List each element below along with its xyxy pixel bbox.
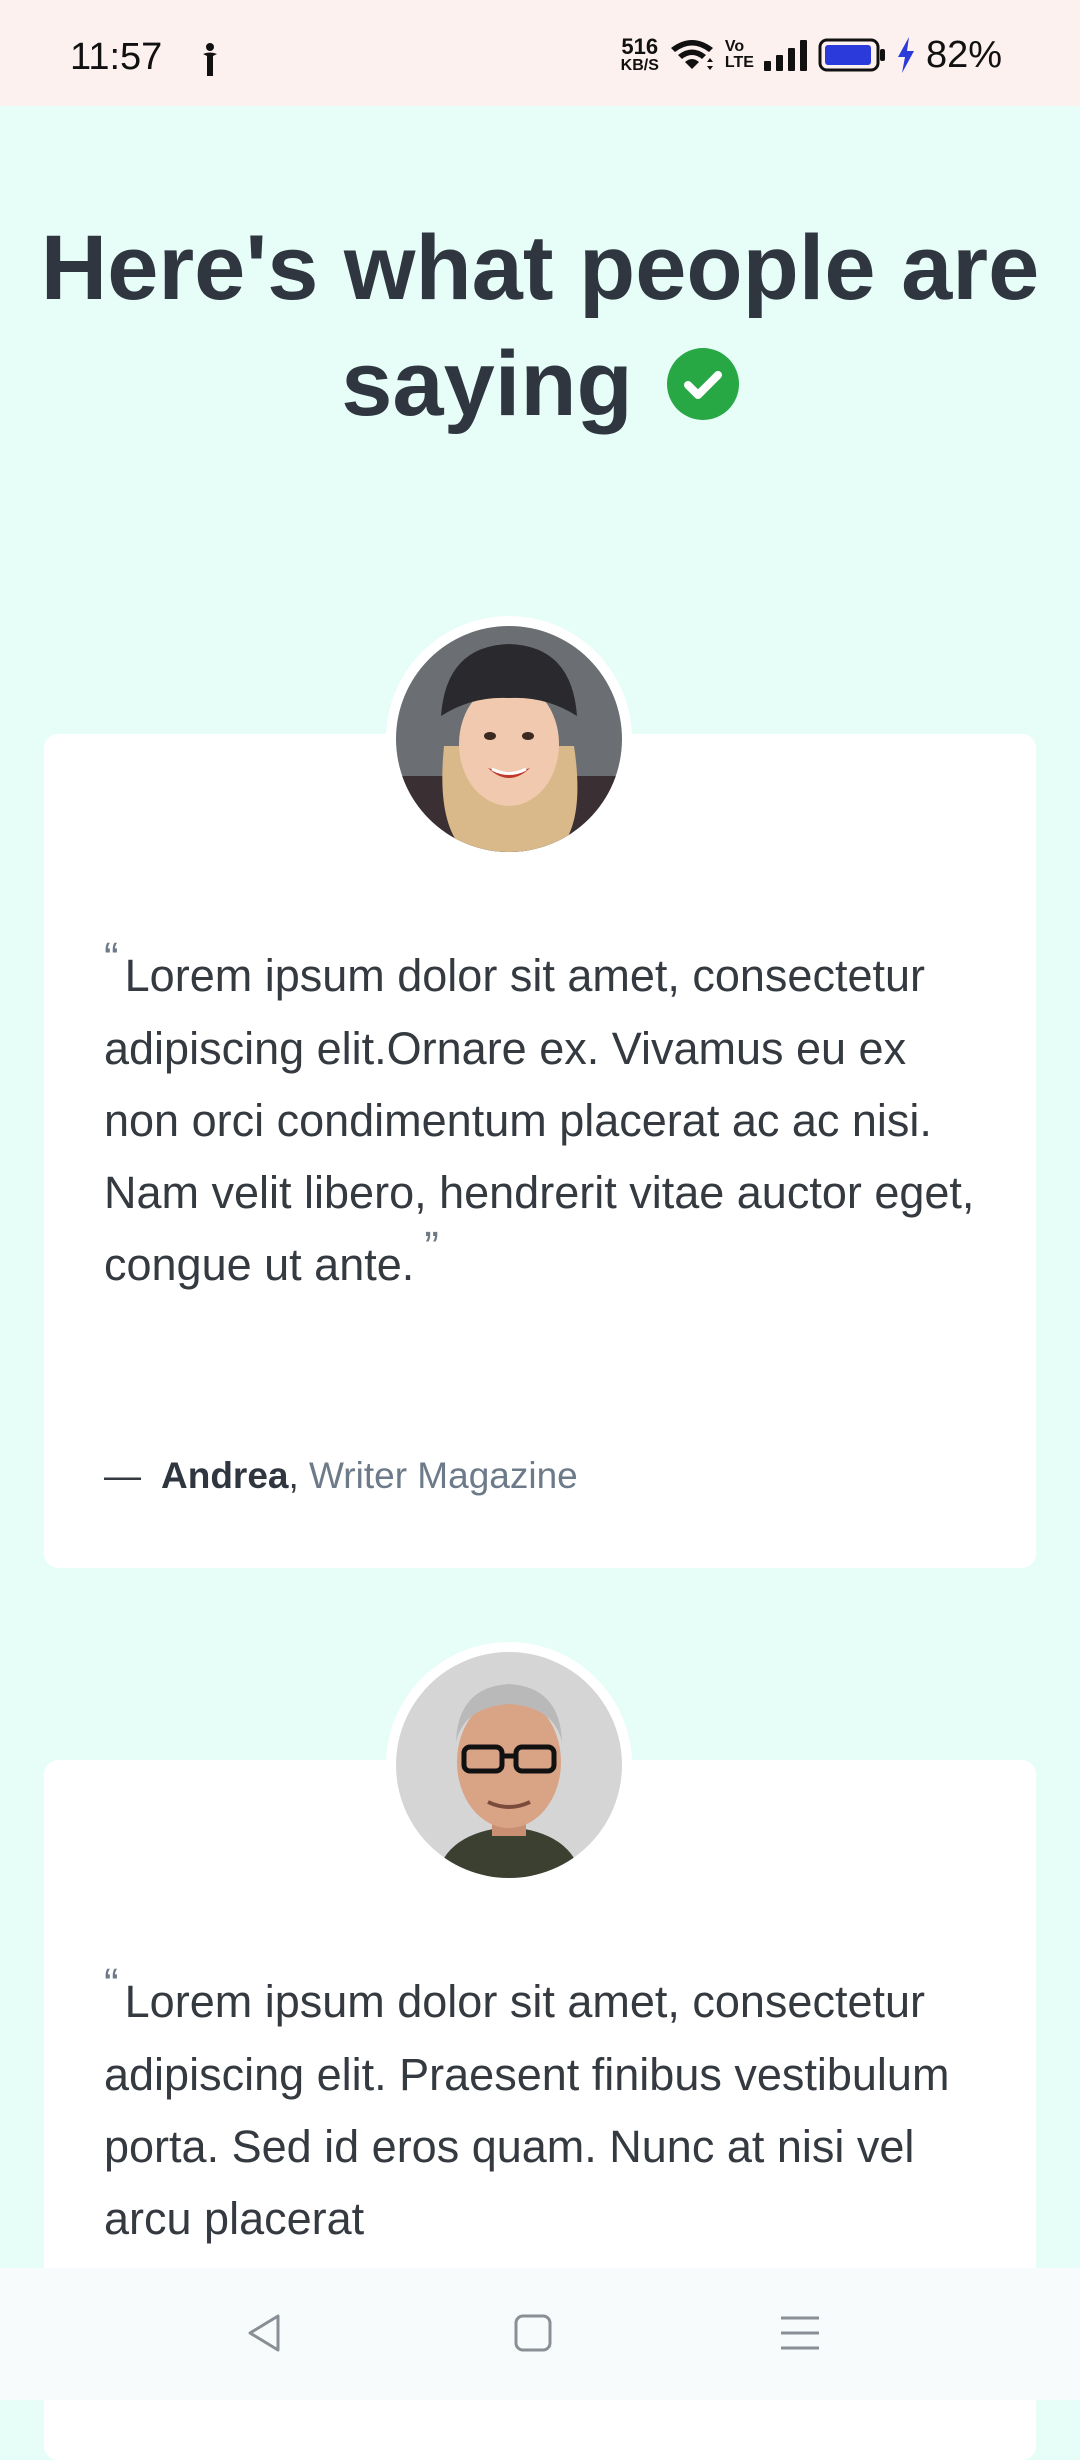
- avatar: [386, 616, 632, 862]
- volte-indicator: Vo LTE: [725, 39, 754, 71]
- wifi-icon: [670, 40, 713, 70]
- network-speed-unit: KB/S: [620, 57, 659, 74]
- testimonial-quote: “Lorem ipsum dolor sit amet, consectetur…: [104, 1960, 984, 2255]
- check-circle-icon: [666, 348, 739, 420]
- status-icons: 516 KB/S Vo LTE 82%: [621, 30, 1002, 80]
- testimonial-text: Lorem ipsum dolor sit amet, consectetur …: [104, 950, 975, 1290]
- signal-icon: [763, 40, 807, 71]
- page-title-line2-wrap: saying: [341, 326, 739, 442]
- avatar-photo-woman: [396, 626, 622, 852]
- notification-icon: [203, 43, 217, 76]
- testimonial-attribution: — Andrea, Writer Magazine: [104, 1448, 578, 1504]
- system-nav-bar: [0, 2268, 1080, 2400]
- testimonial-text: Lorem ipsum dolor sit amet, consectetur …: [104, 1976, 950, 2244]
- status-bar: 11:57 516 KB/S Vo LTE 82%: [0, 0, 1080, 106]
- status-time: 11:57: [70, 36, 163, 78]
- avatar-photo-man: [396, 1652, 622, 1878]
- attribution-separator: ,: [288, 1455, 299, 1496]
- page-title-line1: Here's what people are: [40, 217, 1040, 319]
- attribution-dash: —: [104, 1455, 141, 1496]
- home-square-icon[interactable]: [508, 2308, 558, 2358]
- author-name: Andrea: [161, 1455, 289, 1496]
- testimonial-quote: “Lorem ipsum dolor sit amet, consectetur…: [104, 934, 984, 1302]
- avatar: [386, 1642, 632, 1888]
- volte-top: Vo: [724, 38, 745, 55]
- menu-lines-icon[interactable]: [775, 2308, 825, 2358]
- page-title: Here's what people are saying: [0, 210, 1080, 442]
- close-quote-mark: ”: [424, 1223, 439, 1272]
- battery-percent: 82%: [925, 33, 1002, 76]
- charging-bolt-icon: [897, 37, 914, 73]
- author-company: Writer Magazine: [309, 1455, 578, 1496]
- page-title-line2: saying: [341, 333, 633, 435]
- volte-bottom: LTE: [724, 54, 754, 71]
- network-speed: 516 KB/S: [621, 36, 659, 74]
- network-speed-value: 516: [621, 34, 659, 59]
- open-quote-mark: “: [104, 1960, 119, 2009]
- open-quote-mark: “: [104, 934, 119, 983]
- back-triangle-icon[interactable]: [240, 2308, 290, 2358]
- battery-icon: [818, 38, 885, 72]
